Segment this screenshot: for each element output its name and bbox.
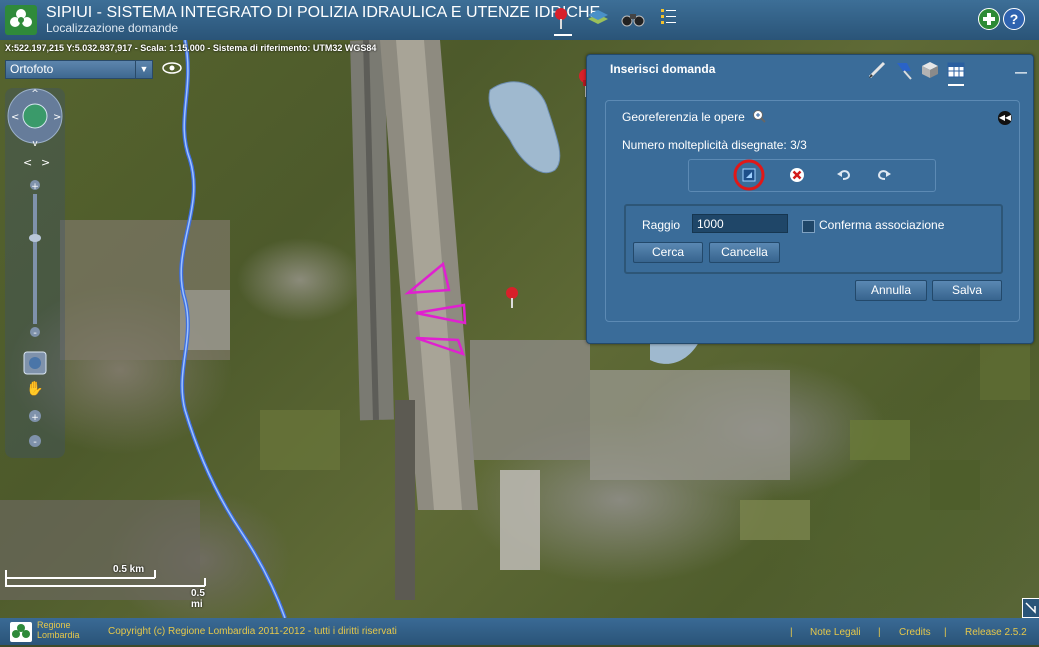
molteplicita-count: Numero molteplicità disegnate: 3/3 — [622, 138, 807, 152]
georeferenzia-text: Georeferenzia le opere — [622, 110, 745, 124]
footer-separator: | — [790, 627, 793, 638]
footer-separator: | — [878, 627, 881, 638]
box-icon — [922, 62, 938, 78]
credits-link[interactable]: Credits — [899, 627, 931, 638]
svg-text:>: > — [53, 112, 61, 123]
app-logo — [5, 5, 37, 35]
overview-map-toggle[interactable] — [1022, 598, 1039, 618]
redo-icon — [877, 170, 891, 180]
app-subtitle: Localizzazione domande — [46, 21, 179, 35]
coordinates-readout: X:522.197,215 Y:5.032.937,917 - Scala: 1… — [5, 43, 377, 53]
inserisci-domanda-panel: Inserisci domanda — Georeferenzia le ope… — [586, 54, 1034, 344]
visibility-toggle[interactable] — [162, 61, 182, 80]
delete-drawing-button[interactable] — [788, 166, 806, 184]
regione-lombardia-logo — [10, 622, 32, 642]
pin-tool-button[interactable] — [893, 59, 915, 81]
svg-text:+: + — [31, 182, 39, 192]
georeferenzia-label: Georeferenzia le opere — [622, 109, 766, 124]
conferma-associazione-checkbox[interactable] — [802, 220, 815, 233]
list-tool-button[interactable] — [656, 5, 682, 31]
app-footer: Regione Lombardia Copyright (c) Regione … — [0, 618, 1039, 645]
eye-icon — [162, 62, 182, 74]
undo-icon — [837, 170, 851, 180]
draw-polygon-icon — [742, 168, 756, 182]
minimize-icon: — — [1015, 65, 1027, 79]
undo-button[interactable] — [835, 166, 853, 184]
svg-text:^: ^ — [31, 89, 39, 99]
pushpin-icon — [555, 8, 567, 29]
clover-logo-icon — [10, 9, 32, 27]
pencil-tool-button[interactable] — [866, 59, 888, 81]
help-button[interactable]: ? — [1003, 8, 1025, 30]
app-header: SIPIUI - SISTEMA INTEGRATO DI POLIZIA ID… — [0, 0, 1039, 41]
table-icon — [947, 62, 965, 78]
raggio-label: Raggio — [642, 218, 681, 232]
panel-title: Inserisci domanda — [610, 62, 716, 76]
svg-text:+: + — [31, 413, 39, 423]
release-text: Release 2.5.2 — [965, 627, 1027, 638]
conferma-associazione-label: Conferma associazione — [819, 218, 945, 232]
clover-logo-icon — [12, 624, 30, 638]
binoculars-tool-button[interactable] — [620, 5, 646, 31]
annulla-button[interactable]: Annulla — [855, 280, 927, 301]
svg-text:-: - — [33, 437, 37, 448]
layers-tool-button[interactable] — [585, 5, 611, 31]
scale-mi-label: 0.5 mi — [191, 588, 205, 610]
scale-bar: 0.5 km 0.5 mi — [5, 560, 210, 610]
map-pin-icon[interactable] — [506, 287, 518, 308]
regione-lombardia-text: Regione Lombardia — [37, 620, 80, 640]
redo-button[interactable] — [875, 166, 893, 184]
svg-text:✋: ✋ — [26, 380, 43, 397]
drawing-toolbox — [688, 159, 936, 192]
cancella-button[interactable]: Cancella — [709, 242, 780, 263]
help-icon: ? — [1009, 11, 1019, 27]
box-tool-button[interactable] — [919, 59, 941, 81]
georeferenzia-section: Georeferenzia le opere ◀◀ Numero moltepl… — [605, 100, 1020, 322]
add-icon — [983, 13, 995, 25]
table-tool-button[interactable] — [945, 59, 967, 86]
scale-km-label: 0.5 km — [113, 564, 145, 575]
navigation-controls: ^ < > v < > + - ✋ + - — [7, 88, 63, 448]
collapse-button[interactable]: ◀◀ — [998, 111, 1012, 125]
scale-bar-lines — [5, 570, 206, 587]
draw-polygon-button[interactable] — [740, 166, 758, 184]
chevron-down-icon: ▼ — [135, 61, 152, 78]
raggio-section: Raggio 1000 Conferma associazione Cerca … — [624, 204, 1003, 274]
map-navigation-panel: ^ < > v < > + - ✋ + - — [5, 88, 65, 458]
binoculars-icon — [621, 14, 645, 27]
svg-text:-: - — [33, 328, 37, 339]
footer-separator: | — [944, 627, 947, 638]
raggio-input[interactable]: 1000 — [692, 214, 788, 233]
overview-arrow-icon — [1025, 602, 1036, 614]
svg-text:<: < — [23, 156, 32, 169]
pencil-icon — [868, 61, 886, 79]
layers-icon — [588, 10, 608, 24]
svg-text:v: v — [32, 139, 38, 149]
salva-button[interactable]: Salva — [932, 280, 1002, 301]
svg-text:>: > — [41, 156, 50, 169]
list-icon — [661, 9, 676, 24]
layer-select[interactable]: Ortofoto ▼ — [5, 60, 153, 79]
pushpin-tool-button[interactable] — [550, 5, 576, 36]
delete-icon — [790, 168, 804, 182]
add-button[interactable] — [978, 8, 1000, 30]
pin-icon — [897, 63, 912, 80]
rewind-icon: ◀◀ — [998, 113, 1012, 122]
minimize-button[interactable]: — — [1015, 65, 1027, 79]
svg-text:<: < — [11, 112, 19, 123]
cerca-button[interactable]: Cerca — [633, 242, 703, 263]
logo-line-1: Regione — [37, 620, 71, 630]
copyright-text: Copyright (c) Regione Lombardia 2011-201… — [108, 626, 397, 637]
logo-line-2: Lombardia — [37, 630, 80, 640]
app-title: SIPIUI - SISTEMA INTEGRATO DI POLIZIA ID… — [46, 4, 601, 21]
note-legali-link[interactable]: Note Legali — [810, 627, 861, 638]
layer-select-value: Ortofoto — [10, 62, 54, 76]
zoom-in-icon[interactable] — [752, 109, 766, 123]
